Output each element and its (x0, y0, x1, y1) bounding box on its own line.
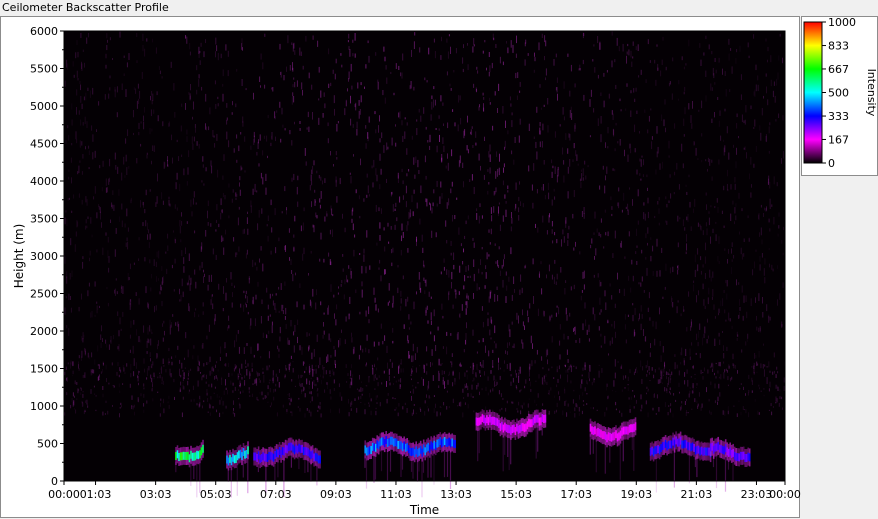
colorbar-ticks: 0 167 333 500 667 833 1000 (822, 17, 856, 170)
y-tick-label: 5500 (30, 63, 58, 76)
y-tick-label: 2500 (30, 288, 58, 301)
chart-panel: 0 500 1000 1500 2000 2500 3000 3500 4000 4500 5000… (0, 16, 801, 519)
x-tick-label: 09:03 (320, 488, 352, 501)
y-tick-label: 4500 (30, 138, 58, 151)
y-tick-label: 5000 (30, 100, 58, 113)
colorbar-tick-label: 0 (828, 157, 835, 170)
colorbar-panel: 0 167 333 500 667 833 1000 Intensity (801, 16, 878, 176)
colorbar-tick-label: 167 (828, 133, 849, 146)
x-tick-label: 15:03 (500, 488, 532, 501)
x-tick-label: 00:00 (48, 488, 80, 501)
x-tick-label: 03:03 (140, 488, 172, 501)
y-tick-label: 2000 (30, 325, 58, 338)
x-tick-label: 21:03 (681, 488, 713, 501)
colorbar-tick-label: 833 (828, 40, 849, 53)
x-tick-label: 07:03 (260, 488, 292, 501)
colorbar: 0 167 333 500 667 833 1000 Intensity (803, 17, 878, 170)
x-axis-title: Time (409, 503, 439, 517)
colorbar-gradient (803, 21, 823, 164)
y-tick-label: 6000 (30, 25, 58, 38)
colorbar-tick-label: 333 (828, 110, 849, 123)
y-tick-label: 3500 (30, 213, 58, 226)
y-tick-label: 1000 (30, 400, 58, 413)
colorbar-tick-label: 500 (828, 87, 849, 100)
x-tick-label: 17:03 (560, 488, 592, 501)
x-tick-label: 01:03 (80, 488, 112, 501)
colorbar-tick-label: 1000 (828, 17, 856, 29)
x-tick-label: 19:03 (620, 488, 652, 501)
x-tick-label: 13:03 (440, 488, 472, 501)
y-tick-label: 1500 (30, 363, 58, 376)
y-tick-label: 3000 (30, 250, 58, 263)
y-tick-label: 0 (51, 475, 58, 488)
heatmap-chart[interactable]: 0 500 1000 1500 2000 2500 3000 3500 4000 4500 5000… (1, 17, 801, 519)
chart-title: Ceilometer Backscatter Profile (2, 1, 169, 14)
y-tick-label: 500 (37, 438, 58, 451)
colorbar-label: Intensity (865, 69, 878, 117)
colorbar-tick-label: 667 (828, 63, 849, 76)
x-tick-label: 05:03 (200, 488, 232, 501)
y-axis-title: Height (m) (12, 224, 26, 289)
y-tick-label: 4000 (30, 175, 58, 188)
x-tick-label: 23:03 (741, 488, 773, 501)
x-tick-label: 11:03 (380, 488, 412, 501)
x-tick-label: 00:00 (769, 488, 801, 501)
